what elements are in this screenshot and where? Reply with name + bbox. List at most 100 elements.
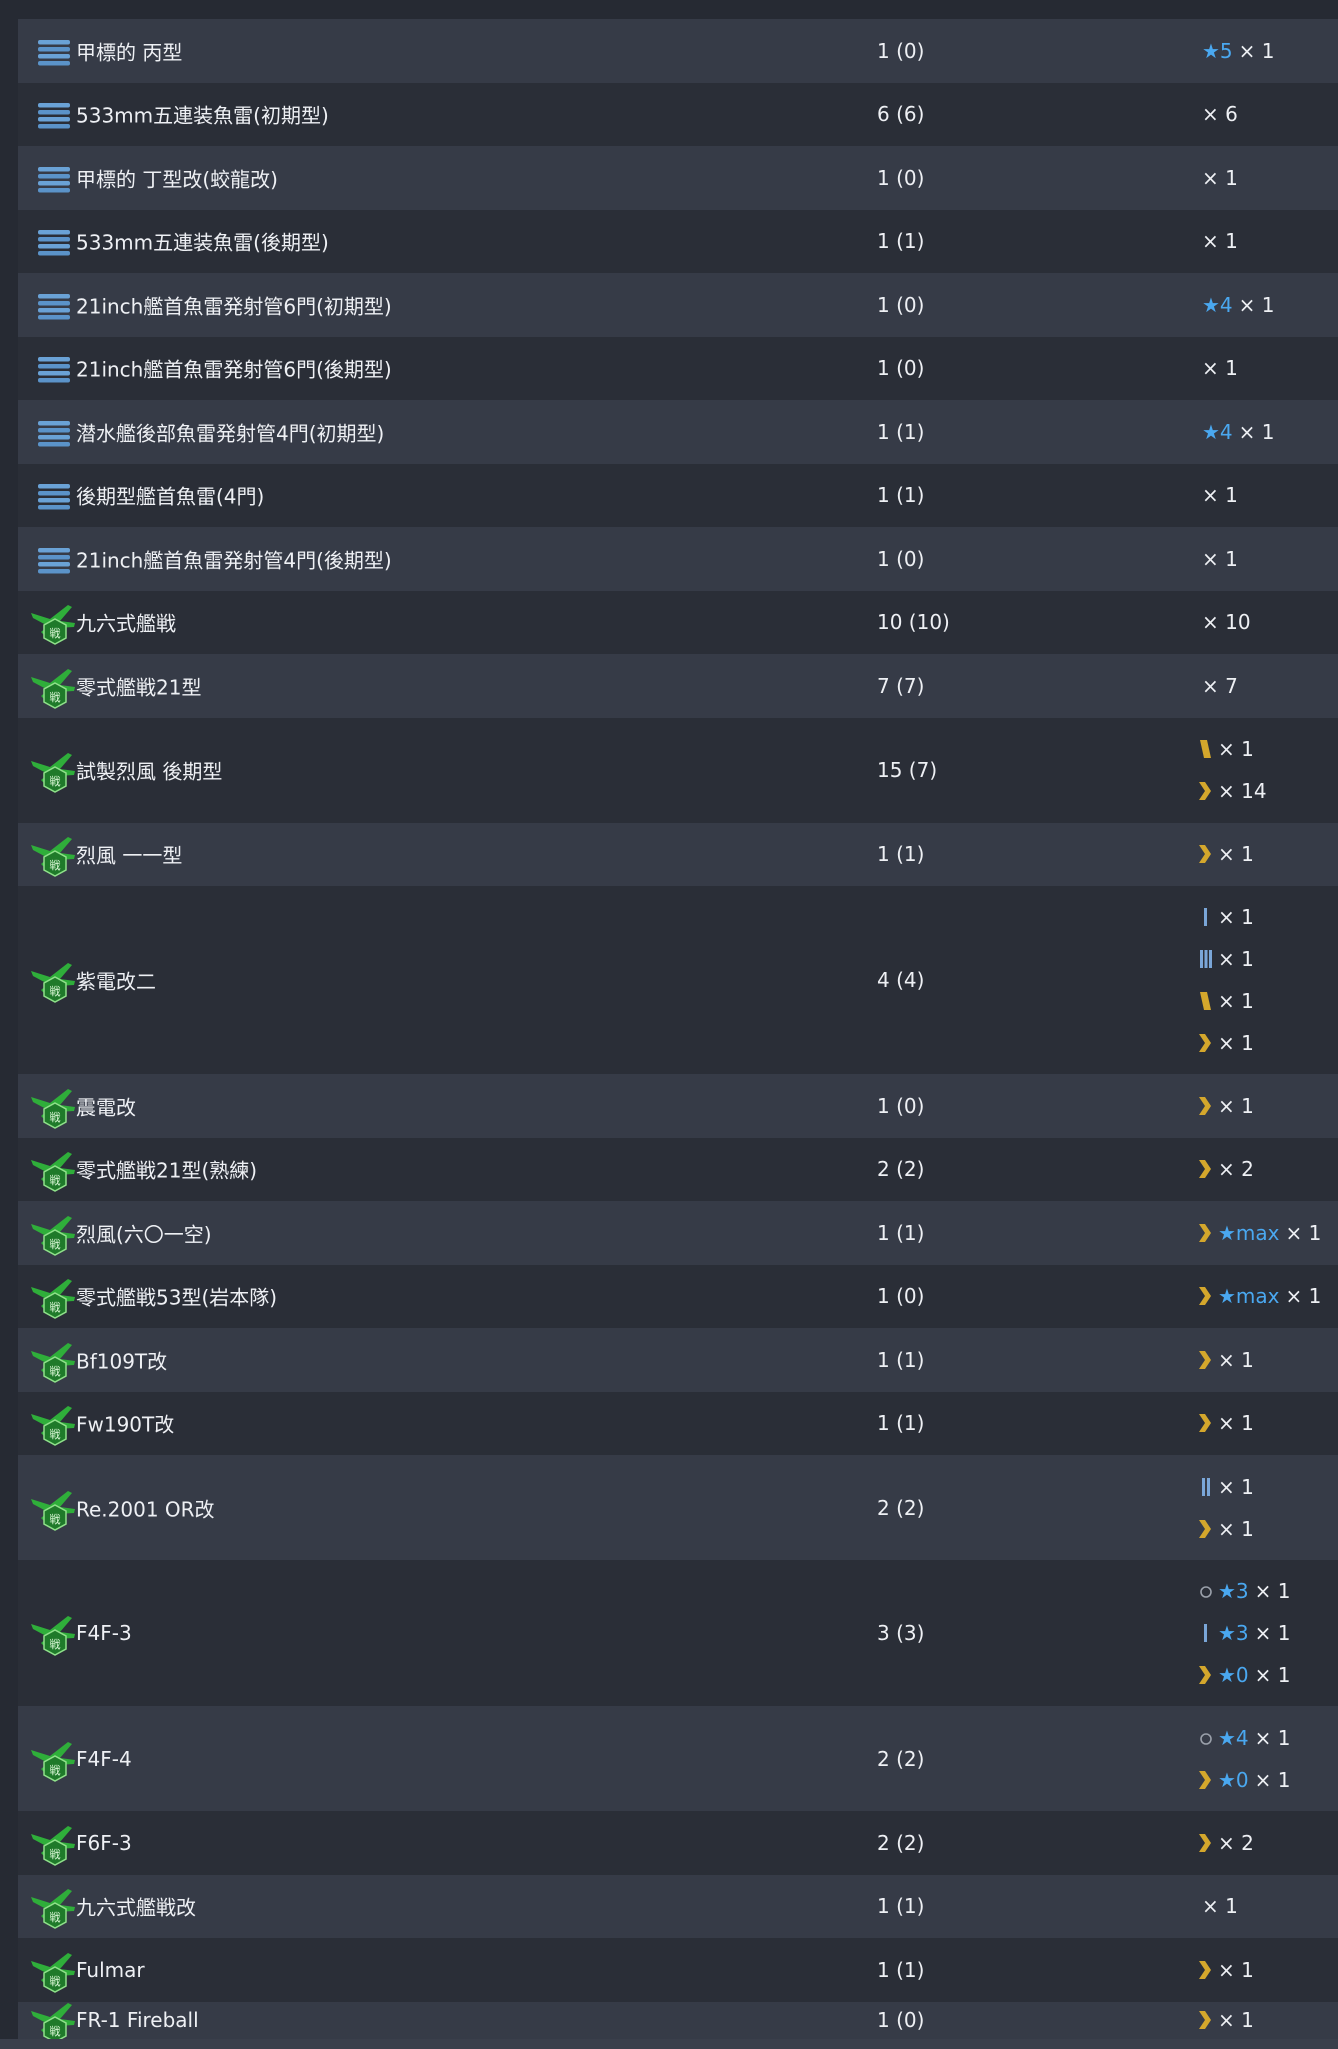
equipment-row[interactable]: 戦 烈風(六〇一空) 1 (1) ★max × 1 [18,1201,1338,1265]
improvement-quantity: × 1 [1218,737,1254,761]
equipment-row[interactable]: 戦 Bf109T改 1 (1) × 1 [18,1328,1338,1392]
fighter-plane-icon: 戦 [31,1952,75,1993]
equipment-count: 1 (0) [877,165,925,190]
improvement-breakdown: × 1 [1196,823,1254,887]
equipment-row[interactable]: 戦 九六式艦戦改 1 (1) × 1 [18,1874,1338,1938]
equipment-count: 1 (1) [877,483,925,508]
improvement-quantity: × 7 [1202,673,1238,698]
improvement-breakdown: × 1 [1196,527,1238,591]
equipment-row[interactable]: 甲標的 丙型 1 (0) ★5 × 1 [18,19,1338,83]
improvement-line: × 1 [1196,1085,1254,1127]
improvement-star: ★4 [1202,292,1233,317]
improvement-line: ★4 × 1 [1196,411,1275,453]
proficiency-3-icon [1196,947,1216,971]
improvement-breakdown: × 1 [1196,1074,1254,1138]
equipment-row[interactable]: 21inch艦首魚雷発射管6門(初期型) 1 (0) ★4 × 1 [18,273,1338,337]
equipment-row[interactable]: 戦 試製烈風 後期型 15 (7) × 1 × 14 [18,717,1338,823]
fighter-type-icon: 戦 [28,1208,78,1258]
torpedo-type-icon [28,534,78,584]
equipment-row[interactable]: 戦 烈風 一一型 1 (1) × 1 [18,822,1338,887]
svg-text:戦: 戦 [50,2025,61,2038]
svg-text:戦: 戦 [50,691,61,704]
proficiency-bar-icon [1196,989,1216,1013]
improvement-line: × 1 [1196,938,1254,980]
equipment-row[interactable]: 戦 F4F-4 2 (2) ★4 × 1 ★0 × 1 [18,1706,1338,1811]
torpedo-icon [38,166,70,193]
fighter-type-icon: 戦 [28,1483,78,1533]
improvement-breakdown: × 2 [1196,1138,1254,1202]
torpedo-type-icon [28,343,78,393]
improvement-line: × 1 [1196,220,1238,262]
improvement-breakdown: × 7 [1196,654,1238,718]
proficiency-1-icon [1196,905,1216,929]
svg-text:戦: 戦 [50,1513,61,1526]
equipment-row[interactable]: 潜水艦後部魚雷発射管4門(初期型) 1 (1) ★4 × 1 [18,400,1338,464]
equipment-row[interactable]: 戦 零式艦戦21型(熟練) 2 (2) × 2 [18,1137,1338,1202]
improvement-line: ★max × 1 [1196,1212,1321,1254]
improvement-line: × 7 [1196,665,1238,707]
improvement-breakdown: ★5 × 1 [1196,19,1275,83]
proficiency-chevron-icon [1196,779,1216,803]
svg-text:戦: 戦 [50,1365,61,1378]
improvement-quantity: × 1 [1218,842,1254,867]
equipment-row[interactable]: 戦 零式艦戦21型 7 (7) × 7 [18,654,1338,718]
proficiency-2-icon [1196,1475,1216,1499]
svg-text:戦: 戦 [50,1238,61,1251]
svg-text:戦: 戦 [50,1111,61,1124]
fighter-plane-icon: 戦 [31,1088,75,1129]
fighter-plane-icon: 戦 [31,605,75,646]
equipment-count: 1 (0) [877,1093,925,1118]
equipment-name: Fw190T改 [76,1412,175,1437]
torpedo-icon [38,547,70,574]
equipment-row[interactable]: 戦 Fw190T改 1 (1) × 1 [18,1391,1338,1455]
equipment-row[interactable]: 533mm五連装魚雷(後期型) 1 (1) × 1 [18,209,1338,273]
proficiency-none-icon [1196,1726,1216,1750]
fighter-plane-icon: 戦 [31,1889,75,1930]
improvement-quantity: × 6 [1202,102,1238,127]
improvement-line: × 1 [1196,2002,1254,2040]
improvement-line: × 2 [1196,1822,1254,1864]
equipment-row[interactable]: 戦 F4F-3 3 (3) ★3 × 1 ★3 × 1 ★0 × 1 [18,1560,1338,1706]
improvement-quantity: × 14 [1218,779,1267,803]
equipment-count: 1 (1) [877,1957,925,1982]
equipment-row[interactable]: 21inch艦首魚雷発射管6門(後期型) 1 (0) × 1 [18,336,1338,400]
equipment-row[interactable]: 甲標的 丁型改(蛟龍改) 1 (0) × 1 [18,146,1338,210]
fighter-type-icon: 戦 [28,1335,78,1385]
svg-text:戦: 戦 [50,1848,61,1861]
equipment-row[interactable]: 戦 震電改 1 (0) × 1 [18,1074,1338,1138]
equipment-count: 1 (1) [877,1894,925,1919]
improvement-star: ★max [1218,1284,1280,1309]
proficiency-chevron-icon [1196,1094,1216,1118]
equipment-row[interactable]: 後期型艦首魚雷(4門) 1 (1) × 1 [18,463,1338,527]
equipment-row[interactable]: 戦 紫電改二 4 (4) × 1 × 1 × 1 × 1 [18,886,1338,1074]
improvement-line: × 1 [1196,1402,1254,1444]
improvement-quantity: × 1 [1218,1031,1254,1055]
improvement-line: × 6 [1196,93,1238,135]
equipment-row[interactable]: 533mm五連装魚雷(初期型) 6 (6) × 6 [18,82,1338,147]
equipment-row[interactable]: 戦 Re.2001 OR改 2 (2) × 1 × 1 [18,1455,1338,1560]
torpedo-type-icon [28,89,78,139]
equipment-count: 1 (1) [877,1411,925,1436]
fighter-type-icon: 戦 [28,1271,78,1321]
equipment-row[interactable]: 戦 零式艦戦53型(岩本隊) 1 (0) ★max × 1 [18,1264,1338,1328]
equipment-count: 2 (2) [877,1495,925,1520]
improvement-breakdown: × 6 [1196,83,1238,147]
fighter-type-icon: 戦 [28,745,78,795]
equipment-row[interactable]: 戦 Fulmar 1 (1) × 1 [18,1938,1338,2002]
equipment-row[interactable]: 21inch艦首魚雷発射管4門(後期型) 1 (0) × 1 [18,527,1338,591]
improvement-line: ★3 × 1 [1196,1612,1291,1654]
improvement-quantity: × 1 [1218,947,1254,971]
svg-text:戦: 戦 [50,1301,61,1314]
equipment-name: 紫電改二 [76,969,156,994]
improvement-quantity: × 1 [1202,165,1238,190]
equipment-row[interactable]: 戦 九六式艦戦 10 (10) × 10 [18,590,1338,654]
improvement-line: × 1 [1196,1339,1254,1381]
svg-text:戦: 戦 [50,1764,61,1777]
improvement-quantity: × 1 [1254,1621,1291,1645]
improvement-quantity: × 1 [1202,229,1238,254]
fighter-type-icon: 戦 [28,2002,78,2039]
equipment-row[interactable]: 戦 F6F-3 2 (2) × 2 [18,1811,1338,1875]
fighter-type-icon: 戦 [28,1881,78,1931]
equipment-row[interactable]: 戦 FR-1 Fireball 1 (0) × 1 [18,2001,1338,2040]
svg-text:戦: 戦 [50,1428,61,1441]
